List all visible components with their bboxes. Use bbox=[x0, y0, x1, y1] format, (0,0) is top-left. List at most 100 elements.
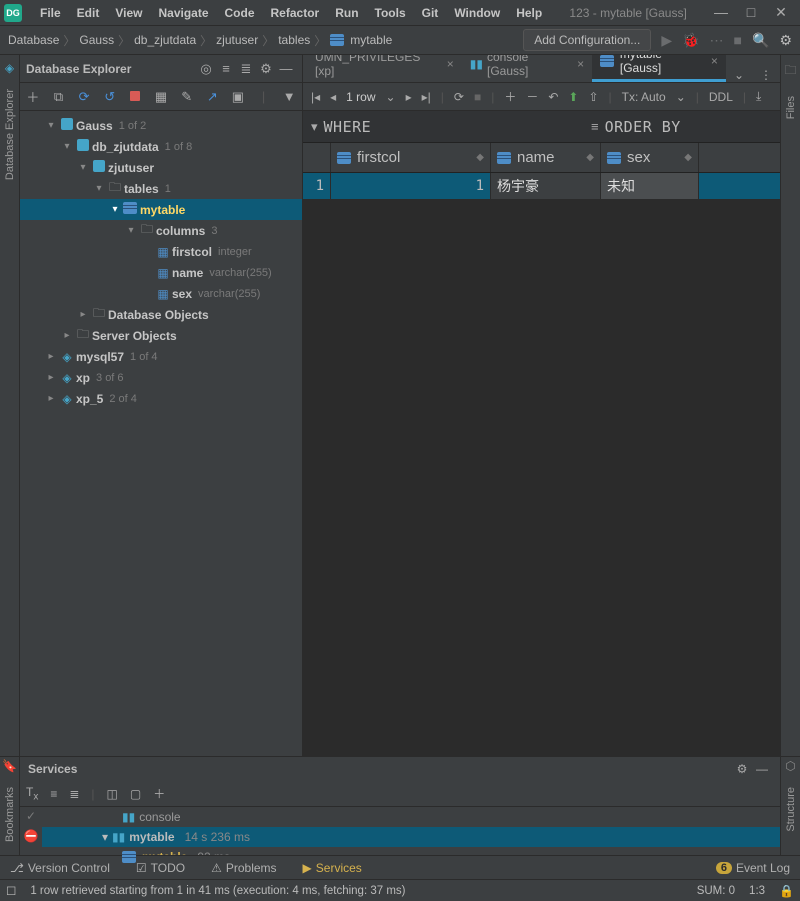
expand-icon[interactable]: ≡ bbox=[216, 61, 236, 76]
menu-edit[interactable]: Edit bbox=[69, 2, 108, 24]
tree-node-mytable[interactable]: ▾ mytable bbox=[20, 199, 302, 220]
close-icon[interactable]: × bbox=[711, 55, 718, 68]
menu-file[interactable]: File bbox=[32, 2, 69, 24]
tree-node-srvobjects[interactable]: ▸🗀 Server Objects bbox=[20, 325, 302, 346]
services-node-console[interactable]: ▮▮ console bbox=[42, 807, 780, 827]
tree-node-dbobjects[interactable]: ▸🗀 Database Objects bbox=[20, 304, 302, 325]
jump-icon[interactable]: ↗ bbox=[203, 89, 221, 105]
grid-body[interactable]: 1 1 杨宇豪 未知 bbox=[303, 173, 780, 756]
row-range[interactable]: 1 row bbox=[346, 90, 375, 104]
rowrange-dropdown-icon[interactable]: ⌄ bbox=[386, 90, 396, 104]
close-icon[interactable]: ✕ bbox=[766, 2, 796, 23]
where-filter[interactable]: ▾ WHERE bbox=[303, 118, 583, 136]
tab-console[interactable]: ▮▮ console [Gauss]× bbox=[462, 55, 592, 82]
stop-icon[interactable]: ■ bbox=[474, 90, 481, 104]
last-page-icon[interactable]: ▸| bbox=[422, 90, 431, 104]
tabs-dropdown-icon[interactable]: ⌄ bbox=[726, 68, 752, 82]
tree-node-col-name[interactable]: ▦ name varchar(255) bbox=[20, 262, 302, 283]
tab-mytable[interactable]: mytable [Gauss]× bbox=[592, 55, 726, 82]
left-strip-db-explorer[interactable]: Database Explorer bbox=[4, 89, 16, 180]
col-header-firstcol[interactable]: firstcol◆ bbox=[331, 143, 491, 172]
cell-firstcol[interactable]: 1 bbox=[331, 173, 491, 199]
tree-node-tables[interactable]: ▾🗀 tables 1 bbox=[20, 178, 302, 199]
close-icon[interactable]: × bbox=[447, 57, 454, 71]
layout-icon[interactable]: ◫ bbox=[107, 787, 118, 801]
upload-icon[interactable]: ⇧ bbox=[588, 90, 598, 104]
add-row-icon[interactable]: ＋ bbox=[504, 88, 516, 105]
expand-icon[interactable]: ≡ bbox=[50, 787, 57, 801]
status-icon[interactable]: ☐ bbox=[6, 884, 16, 898]
tree-node-xp[interactable]: ▸◈ xp 3 of 6 bbox=[20, 367, 302, 388]
target-icon[interactable]: ◎ bbox=[196, 61, 216, 77]
gear-icon[interactable]: ⚙ bbox=[732, 762, 752, 776]
menu-navigate[interactable]: Navigate bbox=[150, 2, 216, 24]
tool-services[interactable]: ▶Services bbox=[297, 859, 368, 877]
run-more-icon[interactable]: ⋯ bbox=[710, 32, 724, 49]
tx-icon[interactable]: Tx bbox=[26, 785, 38, 802]
menu-help[interactable]: Help bbox=[508, 2, 550, 24]
maximize-icon[interactable]: □ bbox=[736, 2, 766, 23]
tree-node-columns[interactable]: ▾🗀 columns 3 bbox=[20, 220, 302, 241]
search-icon[interactable]: 🔍 bbox=[752, 32, 769, 49]
menu-window[interactable]: Window bbox=[446, 2, 508, 24]
crumb-db[interactable]: db_zjutdata bbox=[134, 33, 196, 47]
menu-refactor[interactable]: Refactor bbox=[263, 2, 328, 24]
crumb-tables[interactable]: tables bbox=[278, 33, 310, 47]
add-icon[interactable]: ＋ bbox=[153, 785, 165, 802]
orderby-filter[interactable]: ≡ ORDER BY bbox=[583, 118, 780, 136]
pin-icon[interactable]: ▢ bbox=[130, 787, 141, 801]
tree-node-col-sex[interactable]: ▦ sex varchar(255) bbox=[20, 283, 302, 304]
settings-icon[interactable]: ⚙ bbox=[779, 32, 792, 49]
stop-icon[interactable]: ⛔ bbox=[24, 829, 39, 843]
menu-view[interactable]: View bbox=[107, 2, 150, 24]
cell-name[interactable]: 杨宇豪 bbox=[491, 173, 601, 199]
hide-icon[interactable]: — bbox=[276, 61, 296, 76]
run-icon[interactable]: ▶ bbox=[661, 32, 672, 49]
left-strip-bookmarks[interactable]: Bookmarks bbox=[4, 787, 16, 842]
close-icon[interactable]: × bbox=[577, 57, 584, 71]
tabs-more-icon[interactable]: ⋮ bbox=[752, 68, 780, 82]
minimize-icon[interactable]: — bbox=[706, 2, 736, 23]
copy-icon[interactable]: ⧉ bbox=[50, 89, 68, 105]
lock-icon[interactable]: 🔒 bbox=[779, 884, 794, 898]
tree-node-xp5[interactable]: ▸◈ xp_5 2 of 4 bbox=[20, 388, 302, 409]
export-icon[interactable]: ⤓ bbox=[756, 89, 761, 104]
stop-icon[interactable] bbox=[127, 89, 145, 104]
check-icon[interactable]: ✓ bbox=[26, 809, 36, 823]
crumb-mytable[interactable]: mytable bbox=[350, 33, 392, 47]
table-view-icon[interactable]: ▦ bbox=[152, 89, 170, 105]
tool-problems[interactable]: ⚠Problems bbox=[205, 859, 282, 877]
crumb-database[interactable]: Database bbox=[8, 33, 59, 47]
crumb-gauss[interactable]: Gauss bbox=[79, 33, 114, 47]
tab-privileges[interactable]: UMN_PRIVILEGES [xp]× bbox=[307, 55, 462, 82]
revert-icon[interactable]: ↶ bbox=[548, 90, 558, 104]
bookmarks-icon[interactable]: 🔖 bbox=[2, 759, 17, 773]
tool-todo[interactable]: ☑TODO bbox=[130, 859, 191, 877]
debug-icon[interactable]: 🐞 bbox=[682, 32, 699, 49]
files-icon[interactable]: 🗀 bbox=[784, 61, 796, 82]
menu-tools[interactable]: Tools bbox=[367, 2, 414, 24]
tree-node-gauss[interactable]: ▾ Gauss 1 of 2 bbox=[20, 115, 302, 136]
filter-icon[interactable]: ▼ bbox=[280, 89, 298, 104]
ddl-button[interactable]: DDL bbox=[709, 90, 733, 104]
row-number-header[interactable] bbox=[303, 143, 331, 172]
menu-git[interactable]: Git bbox=[414, 2, 447, 24]
tree-node-db[interactable]: ▾ db_zjutdata 1 of 8 bbox=[20, 136, 302, 157]
collapse-icon[interactable]: ≣ bbox=[69, 787, 79, 801]
menu-code[interactable]: Code bbox=[217, 2, 263, 24]
right-strip-structure[interactable]: Structure bbox=[785, 787, 797, 832]
hide-icon[interactable]: — bbox=[752, 762, 772, 776]
tool-event-log[interactable]: 6 Event Log bbox=[710, 859, 796, 877]
sync-icon[interactable]: ↺ bbox=[101, 89, 119, 105]
structure-icon[interactable]: ⬡ bbox=[785, 759, 795, 773]
right-strip-files[interactable]: Files bbox=[785, 96, 797, 119]
table-row[interactable]: 1 1 杨宇豪 未知 bbox=[303, 173, 780, 199]
db-tool-icon[interactable]: ◈ bbox=[5, 61, 14, 75]
gear-icon[interactable]: ⚙ bbox=[256, 61, 276, 77]
stop-icon[interactable]: ■ bbox=[734, 32, 742, 48]
tree-node-schema[interactable]: ▾ zjutuser bbox=[20, 157, 302, 178]
refresh-icon[interactable]: ⟳ bbox=[75, 89, 93, 105]
next-page-icon[interactable]: ▸ bbox=[406, 90, 412, 104]
console-icon[interactable]: ▣ bbox=[229, 89, 247, 105]
services-node-mytable[interactable]: ▾ ▮▮ mytable 14 s 236 ms bbox=[42, 827, 780, 847]
